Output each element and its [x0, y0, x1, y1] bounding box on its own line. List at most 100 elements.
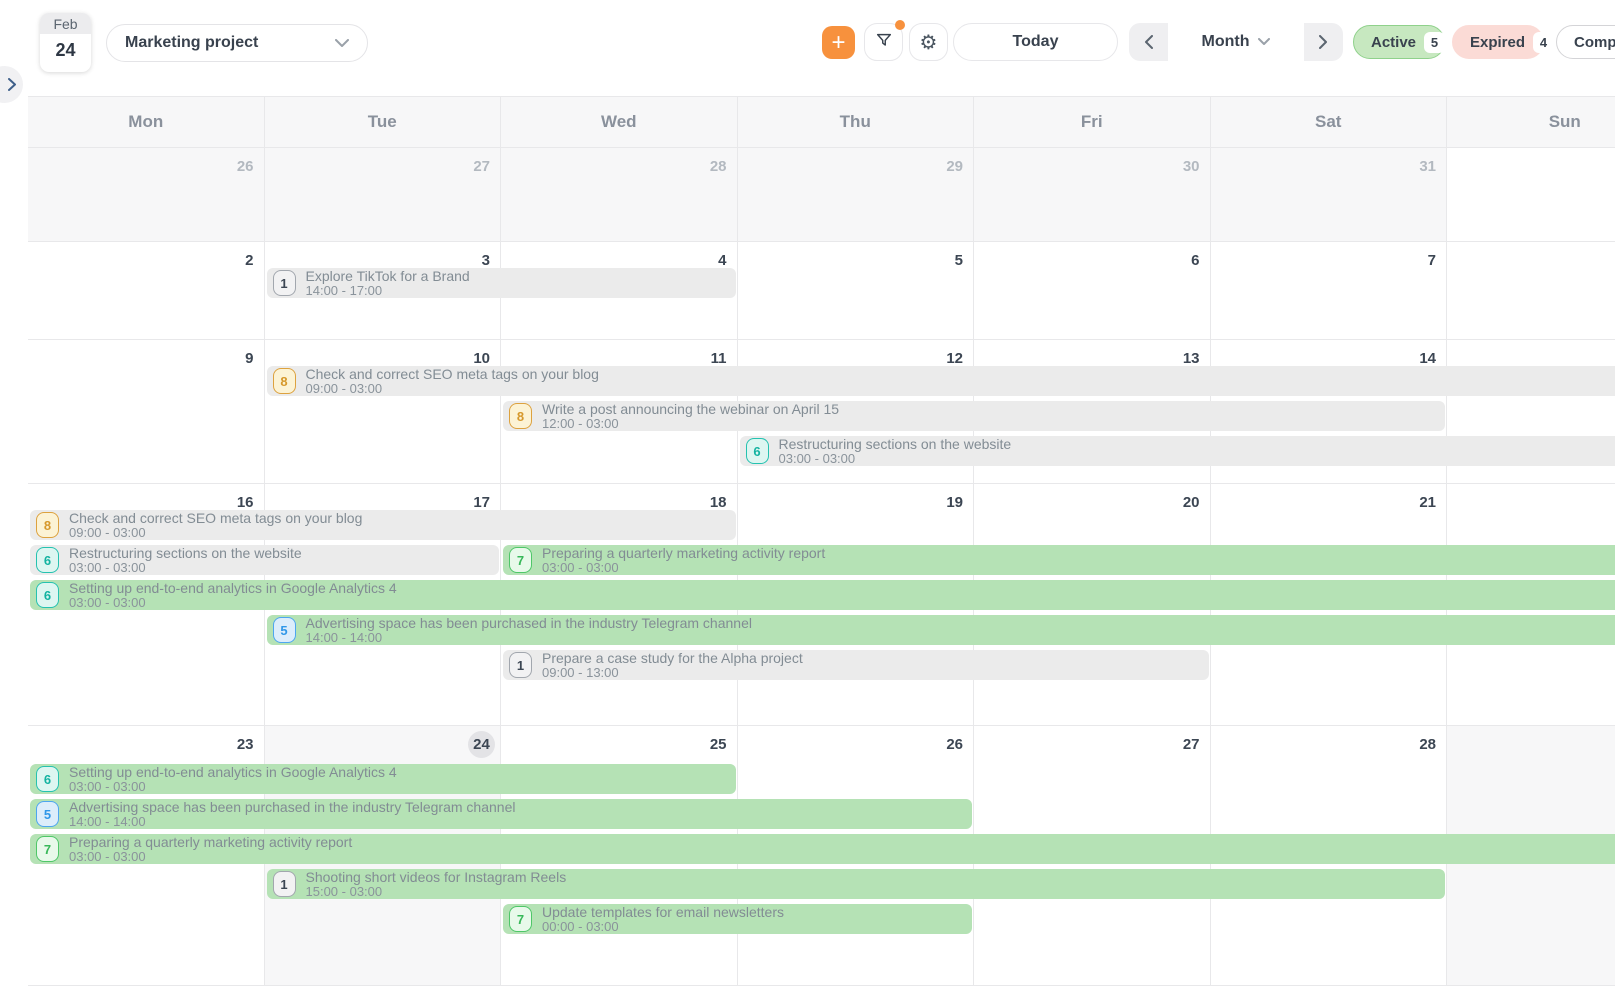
- event-title: Setting up end-to-end analytics in Googl…: [69, 581, 397, 596]
- cell-date: 5: [955, 252, 963, 269]
- event-count-badge: 8: [509, 403, 532, 429]
- event-title: Setting up end-to-end analytics in Googl…: [69, 765, 397, 780]
- filter-pill-expired[interactable]: Expired 4: [1452, 25, 1544, 59]
- calendar-cell[interactable]: 29: [738, 148, 975, 242]
- filter-pill-active[interactable]: Active 5: [1353, 25, 1445, 59]
- event-time: 14:00 - 14:00: [306, 631, 752, 645]
- event-bar[interactable]: 7Update templates for email newsletters0…: [503, 904, 972, 934]
- view-navigation: Month: [1129, 23, 1343, 61]
- calendar-cell[interactable]: 10: [265, 340, 502, 484]
- cell-date: 17: [473, 494, 490, 511]
- chevron-down-icon: [335, 39, 349, 48]
- event-bar[interactable]: 6Restructuring sections on the website03…: [30, 545, 499, 575]
- add-task-button[interactable]: +: [822, 26, 855, 59]
- calendar-cell[interactable]: [1447, 242, 1615, 340]
- cell-date: 26: [237, 158, 254, 175]
- event-count-badge: 5: [273, 617, 296, 643]
- next-period-button[interactable]: [1304, 23, 1343, 61]
- day-header-tue: Tue: [265, 96, 502, 148]
- event-text: Check and correct SEO meta tags on your …: [69, 511, 362, 540]
- event-bar[interactable]: 8 Write a post announcing the webinar on …: [503, 401, 1445, 431]
- event-count-badge: 1: [509, 652, 532, 678]
- cell-date: 2: [245, 252, 253, 269]
- cell-date: 10: [473, 350, 490, 367]
- event-count-badge: 6: [36, 766, 59, 792]
- project-selector-value: Marketing project: [125, 34, 258, 52]
- event-bar[interactable]: 1Explore TikTok for a Brand14:00 - 17:00: [267, 268, 736, 298]
- cell-date: 21: [1419, 494, 1436, 511]
- event-bar[interactable]: 8Check and correct SEO meta tags on your…: [30, 510, 736, 540]
- event-time: 03:00 - 03:00: [69, 596, 397, 610]
- cell-date: 14: [1419, 350, 1436, 367]
- cell-date: 23: [237, 736, 254, 753]
- event-bar[interactable]: 1 Prepare a case study for the Alpha proj…: [503, 650, 1209, 680]
- cell-date: 6: [1191, 252, 1199, 269]
- event-bar[interactable]: 8Check and correct SEO meta tags on your…: [267, 366, 1615, 396]
- event-title: Restructuring sections on the website: [69, 546, 302, 561]
- calendar-cell[interactable]: 6: [974, 242, 1211, 340]
- day-header-fri: Fri: [974, 96, 1211, 148]
- prev-period-button[interactable]: [1129, 23, 1168, 61]
- settings-button[interactable]: ⚙: [909, 23, 948, 61]
- cell-date-today: 24: [468, 731, 495, 758]
- event-text: Setting up end-to-end analytics in Googl…: [69, 765, 397, 794]
- calendar-cell[interactable]: 28: [501, 148, 738, 242]
- event-count-badge: 8: [273, 368, 296, 394]
- event-count-badge: 7: [509, 547, 532, 573]
- event-count-badge: 1: [273, 270, 296, 296]
- event-title: Prepare a case study for the Alpha proje…: [542, 651, 803, 666]
- calendar-cell[interactable]: 2: [28, 242, 265, 340]
- cell-date: 28: [1419, 736, 1436, 753]
- filter-button[interactable]: [864, 23, 903, 61]
- event-text: Preparing a quarterly marketing activity…: [542, 546, 825, 575]
- event-title: Restructuring sections on the website: [779, 437, 1012, 452]
- event-bar[interactable]: 7Preparing a quarterly marketing activit…: [30, 834, 1615, 864]
- event-text: Write a post announcing the webinar on A…: [542, 402, 839, 431]
- event-time: 12:00 - 03:00: [542, 417, 839, 431]
- calendar-cell[interactable]: 27: [265, 148, 502, 242]
- event-bar[interactable]: 5Advertising space has been purchased in…: [30, 799, 972, 829]
- today-button[interactable]: Today: [953, 23, 1118, 61]
- filter-pill-expired-count: 4: [1533, 32, 1554, 53]
- project-selector[interactable]: Marketing project: [106, 24, 368, 62]
- filter-pill-active-count: 5: [1424, 32, 1445, 53]
- filter-pill-completed[interactable]: Compl: [1556, 25, 1615, 59]
- date-card-day: 24: [40, 34, 91, 61]
- cell-date: 16: [237, 494, 254, 511]
- chevron-right-icon: [1319, 35, 1328, 49]
- filter-pill-expired-label: Expired: [1470, 34, 1525, 51]
- event-count-badge: 1: [273, 871, 296, 897]
- day-header-wed: Wed: [501, 96, 738, 148]
- filter-notification-dot: [895, 20, 905, 30]
- calendar-cell[interactable]: 30: [974, 148, 1211, 242]
- filter-pill-active-label: Active: [1371, 34, 1416, 51]
- event-bar[interactable]: 1 Shooting short videos for Instagram Ree…: [267, 869, 1446, 899]
- calendar-cell[interactable]: [1447, 148, 1615, 242]
- event-text: Preparing a quarterly marketing activity…: [69, 835, 352, 864]
- view-mode-selector[interactable]: Month: [1168, 23, 1304, 61]
- event-bar[interactable]: 6Restructuring sections on the website03…: [740, 436, 1615, 466]
- event-bar[interactable]: 6 Setting up end-to-end analytics in Goog…: [30, 764, 736, 794]
- event-count-badge: 6: [36, 582, 59, 608]
- calendar-cell[interactable]: 5: [738, 242, 975, 340]
- event-text: Shooting short videos for Instagram Reel…: [306, 870, 567, 899]
- day-header-sat: Sat: [1211, 96, 1448, 148]
- calendar-cell[interactable]: 31: [1211, 148, 1448, 242]
- event-title: Preparing a quarterly marketing activity…: [542, 546, 825, 561]
- cell-date: 29: [946, 158, 963, 175]
- calendar-cell[interactable]: 9: [28, 340, 265, 484]
- cell-date: 11: [711, 350, 727, 367]
- event-time: 03:00 - 03:00: [779, 452, 1012, 466]
- event-bar[interactable]: 7 Preparing a quarterly marketing activit…: [503, 545, 1615, 575]
- event-bar[interactable]: 6 Setting up end-to-end analytics in Goog…: [30, 580, 1615, 610]
- event-text: Update templates for email newsletters00…: [542, 905, 784, 934]
- cell-date: 25: [710, 736, 727, 753]
- event-bar[interactable]: 5Advertising space has been purchased in…: [267, 615, 1615, 645]
- calendar-cell[interactable]: 7: [1211, 242, 1448, 340]
- view-mode-value: Month: [1202, 33, 1250, 51]
- calendar-cell[interactable]: 26: [28, 148, 265, 242]
- event-title: Write a post announcing the webinar on A…: [542, 402, 839, 417]
- cell-date: 19: [946, 494, 963, 511]
- funnel-icon: [875, 31, 893, 54]
- event-title: Advertising space has been purchased in …: [69, 800, 515, 815]
